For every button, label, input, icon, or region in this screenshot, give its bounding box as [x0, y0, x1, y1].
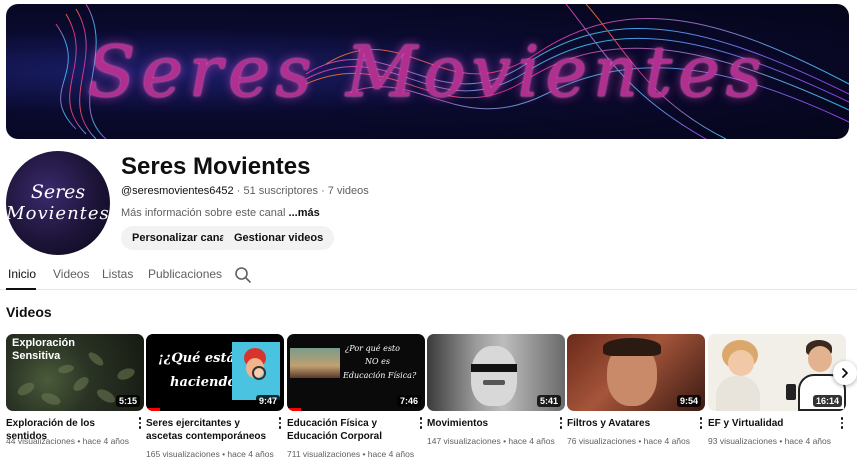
video-views: 93 visualizaciones • hace 4 años: [708, 436, 831, 446]
video-views: 44 visualizaciones • hace 4 años: [6, 436, 129, 446]
video-card[interactable]: 9:54 Filtros y Avatares 76 visualizacion…: [567, 334, 705, 446]
magnifier-icon: [252, 366, 266, 380]
video-card[interactable]: ¡¿Qué estás haciendo?! 9:47 Seres ejerci…: [146, 334, 284, 459]
channel-handle: @seresmovientes6452: [121, 185, 234, 197]
video-title[interactable]: Educación Física y Educación Corporal: [287, 417, 411, 443]
video-views: 76 visualizaciones • hace 4 años: [567, 436, 690, 446]
chevron-right-icon: [842, 368, 848, 378]
manage-videos-button[interactable]: Gestionar videos: [223, 226, 335, 250]
avatar-line-1: Seres: [30, 181, 86, 203]
channel-name: Seres Movientes: [121, 153, 311, 180]
video-duration: 16:14: [812, 395, 842, 407]
channel-tabs: Inicio Videos Listas Publicaciones: [0, 262, 857, 290]
video-thumbnail[interactable]: 5:41: [427, 334, 565, 411]
video-views: 147 visualizaciones • hace 4 años: [427, 436, 555, 446]
video-views: 165 visualizaciones • hace 4 años: [146, 449, 274, 459]
video-duration: 9:47: [255, 395, 280, 407]
more-options-icon[interactable]: [838, 417, 846, 431]
thumbnail-caption: Exploración Sensitiva: [12, 337, 75, 362]
carousel-next-button[interactable]: [833, 361, 857, 385]
tab-publicaciones[interactable]: Publicaciones: [148, 267, 222, 281]
video-card[interactable]: ¿Por qué esto NO es Educación Física? 7:…: [287, 334, 425, 459]
woman-shirt: [716, 376, 760, 411]
active-tab-indicator: [6, 288, 36, 290]
channel-banner: Seres Movientes: [6, 4, 849, 139]
portrait-hair: [603, 338, 661, 356]
video-thumbnail[interactable]: ¡¿Qué estás haciendo?! 9:47: [146, 334, 284, 411]
section-title: Videos: [6, 304, 52, 320]
avatar-line-2: Movientes: [6, 203, 110, 224]
tab-videos[interactable]: Videos: [53, 267, 89, 281]
thumbnail-caption-line-1: ¿Por qué esto: [345, 344, 400, 353]
watch-progress-bar: [146, 408, 160, 411]
video-thumbnail[interactable]: Exploración Sensitiva 5:15: [6, 334, 144, 411]
video-card[interactable]: 16:14 EF y Virtualidad 93 visualizacione…: [708, 334, 846, 446]
video-views: 711 visualizaciones • hace 4 años: [287, 449, 415, 459]
phone-icon: [786, 384, 796, 400]
video-duration: 5:41: [536, 395, 561, 407]
video-thumbnail[interactable]: ¿Por qué esto NO es Educación Física? 7:…: [287, 334, 425, 411]
search-icon[interactable]: [234, 266, 252, 284]
avatar-logo-text: Seres Movientes: [6, 181, 110, 225]
more-options-icon[interactable]: [276, 417, 284, 431]
watch-progress-bar: [287, 408, 301, 411]
video-title[interactable]: EF y Virtualidad: [708, 417, 832, 430]
portrait-face: [471, 346, 517, 406]
channel-meta: @seresmovientes6452 · 51 suscriptores · …: [121, 185, 369, 197]
tab-inicio[interactable]: Inicio: [8, 267, 36, 281]
more-options-icon[interactable]: [417, 417, 425, 431]
more-options-icon[interactable]: [557, 417, 565, 431]
thumbnail-caption-line-2: NO es: [365, 357, 390, 366]
video-thumbnail[interactable]: 9:54: [567, 334, 705, 411]
video-duration: 7:46: [396, 395, 421, 407]
video-thumbnail[interactable]: 16:14: [708, 334, 846, 411]
more-options-icon[interactable]: [697, 417, 705, 431]
channel-stats: · 51 suscriptores · 7 videos: [233, 185, 369, 197]
portrait-mustache: [483, 380, 505, 385]
sunglasses-icon: [471, 364, 517, 372]
more-link[interactable]: ...más: [285, 207, 320, 219]
video-card[interactable]: Exploración Sensitiva 5:15 Exploración d…: [6, 334, 144, 446]
video-duration: 5:15: [115, 395, 140, 407]
thumbnail-caption-line-1: ¡¿Qué estás: [158, 351, 243, 366]
channel-description[interactable]: Más información sobre este canal ...más: [121, 207, 320, 219]
woman-face: [728, 350, 754, 376]
thumbnail-caption-line-3: Educación Física?: [343, 371, 417, 380]
more-options-icon[interactable]: [136, 417, 144, 431]
video-title[interactable]: Seres ejercitantes y ascetas contemporán…: [146, 417, 270, 443]
banner-title: Seres Movientes: [87, 30, 768, 113]
video-card[interactable]: 5:41 Movimientos 147 visualizaciones • h…: [427, 334, 565, 446]
channel-avatar[interactable]: Seres Movientes: [6, 151, 110, 255]
tab-listas[interactable]: Listas: [102, 267, 133, 281]
video-title[interactable]: Movimientos: [427, 417, 551, 430]
channel-description-text: Más información sobre este canal: [121, 207, 286, 219]
photo-inset: [290, 348, 340, 378]
video-duration: 9:54: [676, 395, 701, 407]
customize-channel-button[interactable]: Personalizar canal: [121, 226, 240, 250]
boy-face: [808, 346, 832, 372]
illustration-panel: [232, 342, 280, 400]
video-title[interactable]: Filtros y Avatares: [567, 417, 691, 430]
